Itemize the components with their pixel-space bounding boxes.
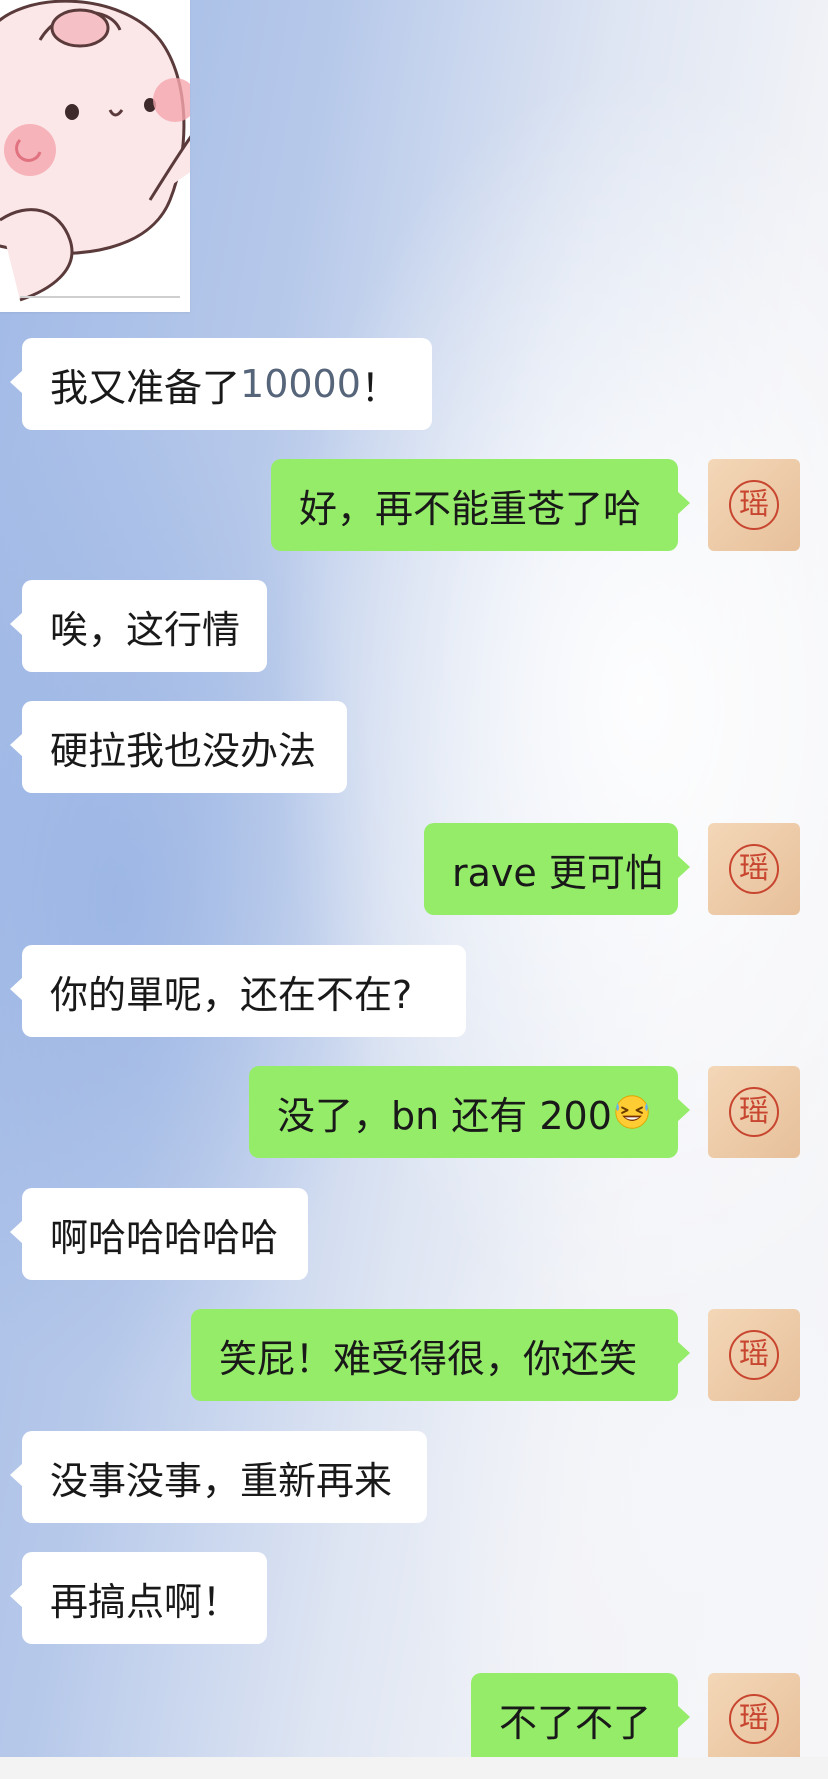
message-row: 不了不了 瑶: [0, 1673, 828, 1769]
message-row: 我又准备了 10000！: [0, 338, 828, 434]
message-row: 再搞点啊！: [0, 1552, 828, 1648]
message-bubble-incoming[interactable]: 唉，这行情: [10, 580, 267, 672]
message-suffix: ！: [360, 365, 399, 410]
message-bubble-incoming[interactable]: 啊哈哈哈哈哈: [10, 1188, 308, 1280]
message-bubble-outgoing[interactable]: 笑屁！难受得很，你还笑: [191, 1309, 690, 1401]
message-bubble-incoming[interactable]: 再搞点啊！: [10, 1552, 267, 1644]
message-text: rave 更可怕: [452, 850, 663, 895]
message-row: 好，再不能重苍了哈 瑶: [0, 459, 828, 555]
message-text: 笑屁！难受得很，你还笑: [219, 1336, 638, 1381]
message-text: 没了，bn 还有 200: [277, 1093, 612, 1138]
message-bubble-outgoing[interactable]: 没了，bn 还有 200: [249, 1066, 690, 1158]
message-row: 啊哈哈哈哈哈: [0, 1188, 828, 1284]
avatar[interactable]: 瑶: [708, 1066, 800, 1158]
message-text: 好，再不能重苍了哈: [299, 486, 642, 531]
message-text: 不了不了: [499, 1700, 652, 1745]
message-text: 我又准备了: [50, 365, 241, 410]
message-bubble-outgoing[interactable]: 好，再不能重苍了哈: [271, 459, 690, 551]
avatar[interactable]: 瑶: [708, 459, 800, 551]
message-text: 你的單呢，还在不在?: [50, 972, 413, 1017]
message-text: 再搞点啊！: [50, 1579, 241, 1624]
avatar[interactable]: 瑶: [708, 823, 800, 915]
seal-avatar-icon: 瑶: [729, 480, 779, 530]
message-text: 没事没事，重新再来: [50, 1458, 393, 1503]
message-bubble-incoming[interactable]: 你的單呢，还在不在?: [10, 945, 466, 1037]
seal-avatar-icon: 瑶: [729, 1087, 779, 1137]
sticker-image[interactable]: [0, 0, 190, 312]
message-row: 笑屁！难受得很，你还笑 瑶: [0, 1309, 828, 1405]
message-bubble-incoming[interactable]: 我又准备了 10000！: [10, 338, 432, 430]
message-bubble-outgoing[interactable]: rave 更可怕: [424, 823, 690, 915]
message-text: 啊哈哈哈哈哈: [50, 1215, 279, 1260]
seal-avatar-icon: 瑶: [729, 844, 779, 894]
avatar[interactable]: 瑶: [708, 1309, 800, 1401]
message-row: 硬拉我也没办法: [0, 701, 828, 797]
message-bubble-incoming[interactable]: 没事没事，重新再来: [10, 1431, 427, 1523]
avatar[interactable]: 瑶: [708, 1673, 800, 1765]
seal-avatar-icon: 瑶: [729, 1694, 779, 1744]
bottom-bar: [0, 1757, 828, 1779]
message-number: 10000: [240, 362, 361, 406]
message-bubble-incoming[interactable]: 硬拉我也没办法: [10, 701, 347, 793]
message-row: 没了，bn 还有 200 瑶: [0, 1066, 828, 1162]
message-row: 没事没事，重新再来: [0, 1431, 828, 1527]
seal-avatar-icon: 瑶: [729, 1330, 779, 1380]
message-bubble-outgoing[interactable]: 不了不了: [471, 1673, 690, 1765]
grinning-sweat-emoji-icon: [615, 1095, 649, 1129]
message-text: 硬拉我也没办法: [50, 728, 317, 773]
message-row: rave 更可怕 瑶: [0, 823, 828, 919]
message-text: 唉，这行情: [50, 607, 241, 652]
pig-sticker-illustration: [0, 0, 190, 312]
message-row: 你的單呢，还在不在?: [0, 945, 828, 1041]
message-row: 唉，这行情: [0, 580, 828, 676]
